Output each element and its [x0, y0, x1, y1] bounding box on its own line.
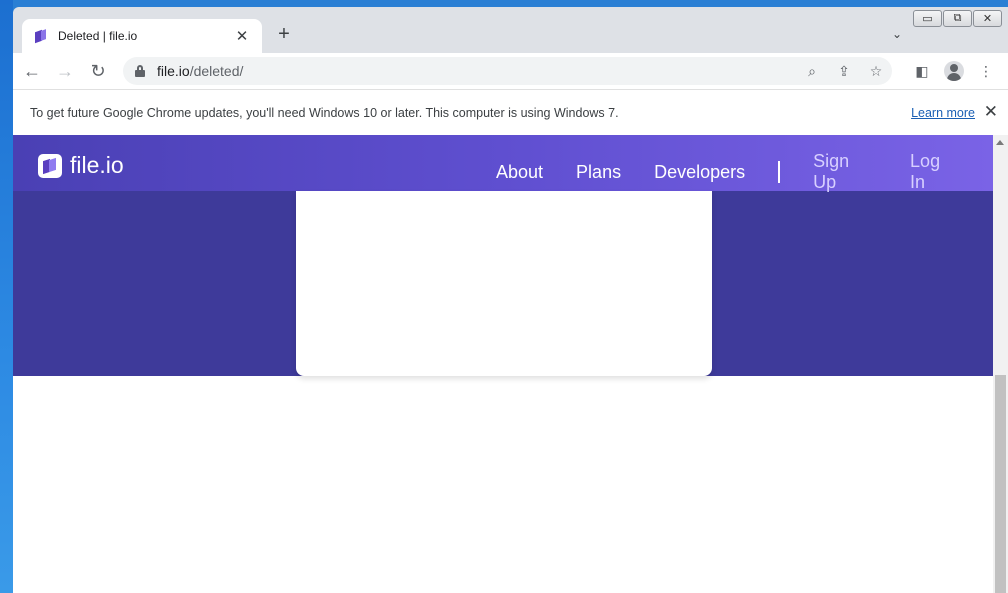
- site-nav: About Plans Developers Sign Up Log In: [496, 151, 993, 193]
- bookmark-star-icon[interactable]: ☆: [860, 63, 892, 80]
- scroll-thumb[interactable]: [995, 375, 1006, 593]
- forward-button[interactable]: →: [51, 57, 79, 85]
- learn-more-link[interactable]: Learn more: [911, 106, 975, 120]
- address-bar[interactable]: file.io/deleted/ ⌕ ⇪ ☆: [123, 57, 892, 85]
- reload-button[interactable]: ↻: [84, 57, 112, 85]
- toolbar-right: ◧ ⋮: [906, 57, 1002, 85]
- hero-section: file.io About Plans Developers Sign Up L…: [13, 135, 993, 376]
- site-header: file.io About Plans Developers Sign Up L…: [13, 135, 993, 193]
- scroll-up-arrow-icon[interactable]: [996, 140, 1004, 145]
- logo-text: file.io: [70, 152, 124, 178]
- profile-avatar-icon[interactable]: [944, 61, 964, 81]
- update-infobar: To get future Google Chrome updates, you…: [13, 89, 1008, 135]
- share-icon[interactable]: ⇪: [828, 63, 860, 80]
- site-logo[interactable]: file.io: [38, 152, 124, 179]
- url-path: /deleted/: [189, 63, 244, 79]
- log-in-link[interactable]: Log In: [910, 151, 960, 193]
- chrome-menu-icon[interactable]: ⋮: [970, 63, 1002, 80]
- page-viewport: file.io About Plans Developers Sign Up L…: [13, 135, 1008, 593]
- fileio-logo-icon: [38, 153, 62, 178]
- page-scrollbar[interactable]: [993, 135, 1008, 593]
- zoom-icon[interactable]: ⌕: [796, 63, 828, 80]
- url-host: file.io: [157, 63, 190, 79]
- content-card: [296, 191, 712, 376]
- tab-search-chevron-icon[interactable]: ⌄: [892, 27, 902, 41]
- browser-window: ▭ ⧉ ✕ Deleted | file.io ✕ + ⌄ ← → ↻ file…: [13, 7, 1008, 593]
- sign-up-link[interactable]: Sign Up: [813, 151, 877, 193]
- tab-title: Deleted | file.io: [58, 29, 138, 43]
- omnibox-actions: ⌕ ⇪ ☆: [796, 57, 892, 85]
- nav-plans[interactable]: Plans: [576, 162, 621, 183]
- back-button[interactable]: ←: [18, 57, 46, 85]
- fileio-favicon-icon: [34, 29, 48, 44]
- browser-toolbar: ← → ↻ file.io/deleted/ ⌕ ⇪ ☆ ◧ ⋮: [13, 53, 1008, 89]
- new-tab-button[interactable]: +: [273, 23, 295, 47]
- tab-close-icon[interactable]: ✕: [234, 27, 250, 45]
- infobar-close-icon[interactable]: ✕: [984, 102, 998, 122]
- desktop-background: [0, 0, 13, 593]
- side-panel-icon[interactable]: ◧: [906, 63, 938, 80]
- tab-strip: Deleted | file.io ✕ + ⌄: [13, 7, 1008, 53]
- nav-about[interactable]: About: [496, 162, 543, 183]
- nav-developers[interactable]: Developers: [654, 162, 745, 183]
- infobar-message: To get future Google Chrome updates, you…: [30, 105, 619, 120]
- tab-active[interactable]: Deleted | file.io ✕: [22, 19, 262, 53]
- lock-icon[interactable]: [135, 65, 145, 77]
- nav-divider: [778, 161, 781, 183]
